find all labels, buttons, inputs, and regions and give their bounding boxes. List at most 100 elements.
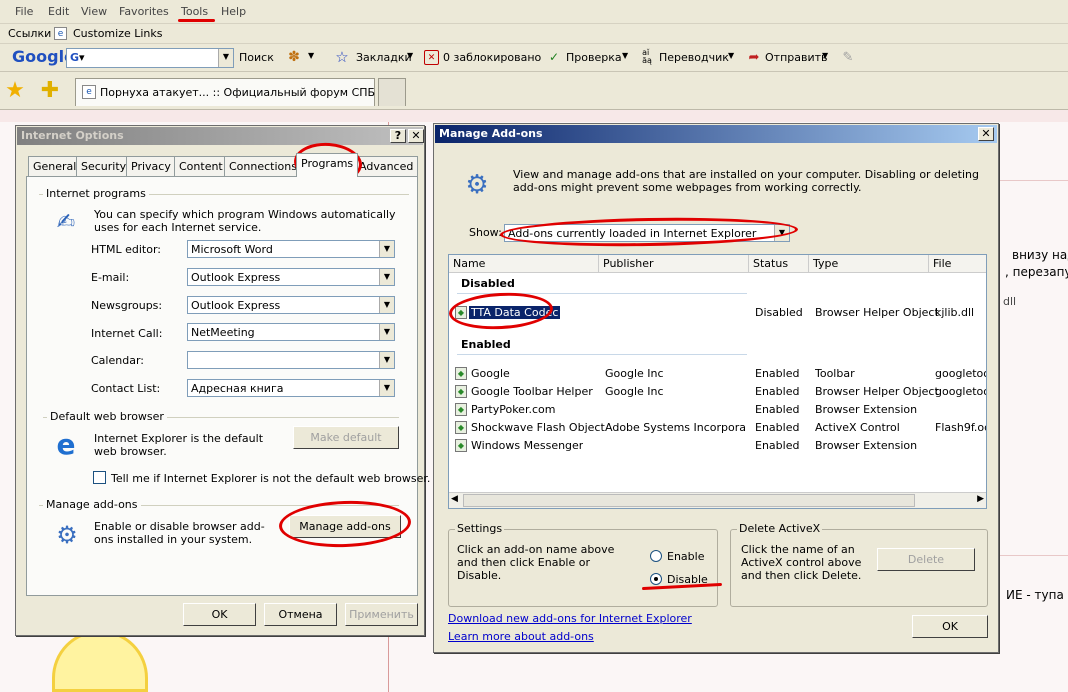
highlighter-icon[interactable]: ✎: [840, 49, 856, 65]
html-editor-select[interactable]: Microsoft Word ▼: [187, 240, 395, 258]
menu-view[interactable]: View: [81, 5, 107, 18]
chevron-down-icon[interactable]: ▼: [407, 51, 413, 60]
menu-tools[interactable]: Tools: [181, 5, 208, 18]
tab-panel: Internet programs ✍ You can specify whic…: [26, 176, 430, 596]
scroll-right-icon[interactable]: ▶: [977, 494, 984, 504]
page-text: ИЕ - тупа: [1006, 588, 1064, 602]
show-select[interactable]: Add-ons currently loaded in Internet Exp…: [504, 224, 790, 242]
addon-file: kjlib.dll: [935, 306, 975, 319]
addon-name: PartyPoker.com: [471, 403, 556, 416]
menu-help[interactable]: Help: [221, 5, 246, 18]
addon-icon: ◆: [455, 367, 467, 380]
add-favorite-icon[interactable]: ✚: [38, 78, 62, 103]
table-row[interactable]: ◆ TTA Data Codec Disabled Browser Helper…: [449, 304, 986, 322]
spellcheck-button[interactable]: Проверка: [566, 51, 622, 64]
addon-icon: ◆: [455, 421, 467, 434]
apply-button[interactable]: Применить: [345, 603, 418, 626]
blocked-count[interactable]: 0 заблокировано: [443, 51, 541, 64]
spellcheck-icon: ✓: [548, 50, 560, 64]
programs-description: You can specify which program Windows au…: [94, 208, 396, 234]
table-row[interactable]: ◆ Google Toolbar Helper Google Inc Enabl…: [449, 383, 986, 401]
learn-more-link[interactable]: Learn more about add-ons: [448, 630, 594, 643]
chevron-down-icon[interactable]: ▼: [308, 51, 314, 60]
download-addons-link[interactable]: Download new add-ons for Internet Explor…: [448, 612, 692, 625]
addons-icon: ⚙: [465, 170, 489, 200]
ok-button[interactable]: OK: [183, 603, 256, 626]
new-tab-button[interactable]: [378, 78, 406, 106]
menu-edit[interactable]: Edit: [48, 5, 69, 18]
addon-publisher: Adobe Systems Incorpora...: [605, 421, 745, 434]
tab-strip: General Security Privacy Content Connect…: [26, 153, 419, 178]
disable-radio[interactable]: [650, 573, 662, 585]
tab-programs[interactable]: Programs: [296, 153, 359, 177]
calendar-label: Calendar:: [91, 354, 144, 367]
manage-addons-dialog: Manage Add-ons ✕ ⚙ View and manage add-o…: [433, 123, 999, 653]
column-type[interactable]: Type: [809, 255, 929, 273]
bookmarks-button[interactable]: Закладки: [356, 51, 412, 64]
addon-type: ActiveX Control: [815, 421, 900, 434]
menu-favorites[interactable]: Favorites: [119, 5, 169, 18]
chevron-down-icon[interactable]: ▼: [728, 51, 734, 60]
addon-icon: ◆: [455, 439, 467, 452]
browser-tab[interactable]: e Порнуха атакует... :: Официальный фору…: [75, 78, 397, 106]
translator-button[interactable]: Переводчик: [659, 51, 729, 64]
scrollbar-thumb[interactable]: [463, 494, 915, 507]
close-button[interactable]: ✕: [408, 129, 424, 143]
addon-publisher: Google Inc: [605, 367, 664, 380]
email-select[interactable]: Outlook Express ▼: [187, 268, 395, 286]
cancel-button[interactable]: Отмена: [264, 603, 337, 626]
search-button[interactable]: Поиск: [239, 51, 274, 64]
addon-file: Flash9f.oc: [935, 421, 987, 434]
column-status[interactable]: Status: [749, 255, 809, 273]
addons-list[interactable]: Name Publisher Status Type File Disabled…: [448, 254, 987, 509]
newsgroups-select[interactable]: Outlook Express ▼: [187, 296, 395, 314]
help-button[interactable]: ?: [390, 129, 406, 143]
star-icon: ☆: [335, 48, 349, 66]
manage-addons-group: Manage add-ons: [39, 498, 399, 511]
chevron-down-icon[interactable]: ▼: [622, 51, 628, 60]
addon-file: googletool: [935, 367, 986, 380]
addon-icon: ◆: [455, 385, 467, 398]
addon-icon: ◆: [455, 306, 467, 319]
customize-links[interactable]: Customize Links: [73, 27, 163, 40]
addon-name: Google Toolbar Helper: [471, 385, 593, 398]
tab-content[interactable]: Content: [174, 156, 228, 176]
tab-connections[interactable]: Connections: [224, 156, 302, 176]
delete-button[interactable]: Delete: [877, 548, 975, 571]
menu-file[interactable]: File: [15, 5, 33, 18]
send-button[interactable]: Отправить: [765, 51, 828, 64]
enable-radio[interactable]: [650, 550, 662, 562]
tab-security[interactable]: Security: [76, 156, 132, 176]
favorites-star-icon[interactable]: ★: [3, 78, 27, 103]
internet-call-select[interactable]: NetMeeting ▼: [187, 323, 395, 341]
column-publisher[interactable]: Publisher: [599, 255, 749, 273]
column-file[interactable]: File: [929, 255, 986, 273]
internet-call-label: Internet Call:: [91, 327, 163, 340]
table-row[interactable]: ◆ Google Google Inc Enabled Toolbar goog…: [449, 365, 986, 383]
puzzle-icon[interactable]: ✽: [286, 49, 302, 65]
horizontal-scrollbar[interactable]: ◀ ▶: [449, 492, 986, 508]
tab-general[interactable]: General: [28, 156, 82, 176]
ie-page-icon: e: [82, 85, 96, 99]
tell-me-checkbox[interactable]: [93, 471, 106, 484]
close-button[interactable]: ✕: [978, 127, 994, 141]
column-name[interactable]: Name: [449, 255, 599, 273]
default-browser-text: Internet Explorer is the default web bro…: [94, 432, 264, 458]
addons-icon: ⚙: [56, 521, 78, 549]
make-default-button[interactable]: Make default: [293, 426, 399, 449]
ok-button[interactable]: OK: [912, 615, 988, 638]
table-row[interactable]: ◆ PartyPoker.com Enabled Browser Extensi…: [449, 401, 986, 419]
tab-privacy[interactable]: Privacy: [126, 156, 176, 176]
tab-advanced[interactable]: Advanced: [354, 156, 419, 176]
email-label: E-mail:: [91, 271, 130, 284]
scroll-left-icon[interactable]: ◀: [451, 494, 458, 504]
google-search-input[interactable]: G▾ ▼: [66, 48, 234, 68]
addon-type: Browser Helper Object: [815, 306, 939, 319]
calendar-select[interactable]: ▼: [187, 351, 395, 369]
chevron-down-icon[interactable]: ▼: [822, 51, 828, 60]
tell-me-label: Tell me if Internet Explorer is not the …: [111, 472, 431, 485]
table-row[interactable]: ◆ Shockwave Flash Object Adobe Systems I…: [449, 419, 987, 437]
contact-list-select[interactable]: Адресная книга ▼: [187, 379, 395, 397]
table-row[interactable]: ◆ Windows Messenger Enabled Browser Exte…: [449, 437, 986, 455]
manage-addons-button[interactable]: Manage add-ons: [289, 515, 401, 538]
